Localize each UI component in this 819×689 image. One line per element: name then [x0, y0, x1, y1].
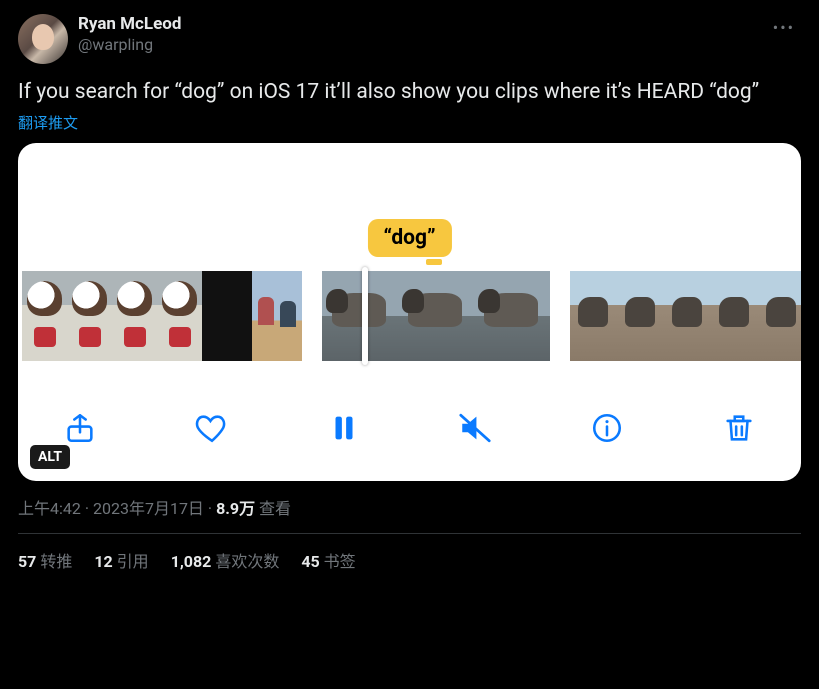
clip-frame [617, 271, 664, 361]
tweet-text: If you search for “dog” on iOS 17 it’ll … [18, 78, 801, 106]
clip-group[interactable] [570, 271, 801, 361]
caption-bubble: “dog” [367, 219, 451, 257]
clip-group[interactable] [322, 271, 550, 361]
clip-frame [157, 271, 202, 361]
clip-frame [758, 271, 801, 361]
views-count: 8.9万 [216, 499, 255, 518]
stat-retweets[interactable]: 57 转推 [18, 548, 72, 572]
clip-frame [664, 271, 711, 361]
pause-icon[interactable] [324, 408, 364, 448]
media-attachment[interactable]: “dog” [18, 143, 801, 481]
tweet-time: 上午4:42 [18, 499, 81, 518]
clip-frame [202, 271, 252, 361]
heart-icon[interactable] [192, 408, 232, 448]
alt-badge[interactable]: ALT [30, 445, 70, 469]
trash-icon[interactable] [719, 408, 759, 448]
media-toolbar [18, 403, 801, 453]
stat-likes[interactable]: 1,082 喜欢次数 [171, 548, 280, 572]
stat-bookmarks[interactable]: 45 书签 [301, 548, 355, 572]
clip-frame [398, 271, 474, 361]
clip-group[interactable] [22, 271, 302, 361]
more-options-icon[interactable]: ••• [767, 14, 801, 41]
tweet-stats: 57 转推 12 引用 1,082 喜欢次数 45 书签 [18, 548, 801, 572]
tweet-date: 2023年7月17日 [93, 499, 204, 518]
video-timeline[interactable] [18, 271, 801, 361]
share-icon[interactable] [60, 408, 100, 448]
clip-frame [252, 271, 302, 361]
clip-frame [322, 271, 398, 361]
stat-quotes[interactable]: 12 引用 [94, 548, 148, 572]
views-label: 查看 [255, 499, 291, 518]
clip-frame [67, 271, 112, 361]
mute-icon[interactable] [455, 408, 495, 448]
clip-frame [711, 271, 758, 361]
tweet-header: Ryan McLeod @warpling ••• [18, 14, 801, 64]
timeline-marker [426, 259, 442, 265]
translate-link[interactable]: 翻译推文 [18, 112, 78, 133]
tweet-meta[interactable]: 上午4:42 · 2023年7月17日 · 8.9万 查看 [18, 495, 801, 519]
tweet-container: Ryan McLeod @warpling ••• If you search … [0, 0, 819, 572]
divider [18, 533, 801, 534]
playhead[interactable] [362, 267, 368, 365]
display-name: Ryan McLeod [78, 14, 181, 35]
clip-frame [474, 271, 550, 361]
user-block[interactable]: Ryan McLeod @warpling [78, 14, 181, 55]
avatar[interactable] [18, 14, 68, 64]
info-icon[interactable] [587, 408, 627, 448]
user-handle: @warpling [78, 35, 181, 55]
clip-frame [570, 271, 617, 361]
clip-frame [22, 271, 67, 361]
clip-frame [112, 271, 157, 361]
